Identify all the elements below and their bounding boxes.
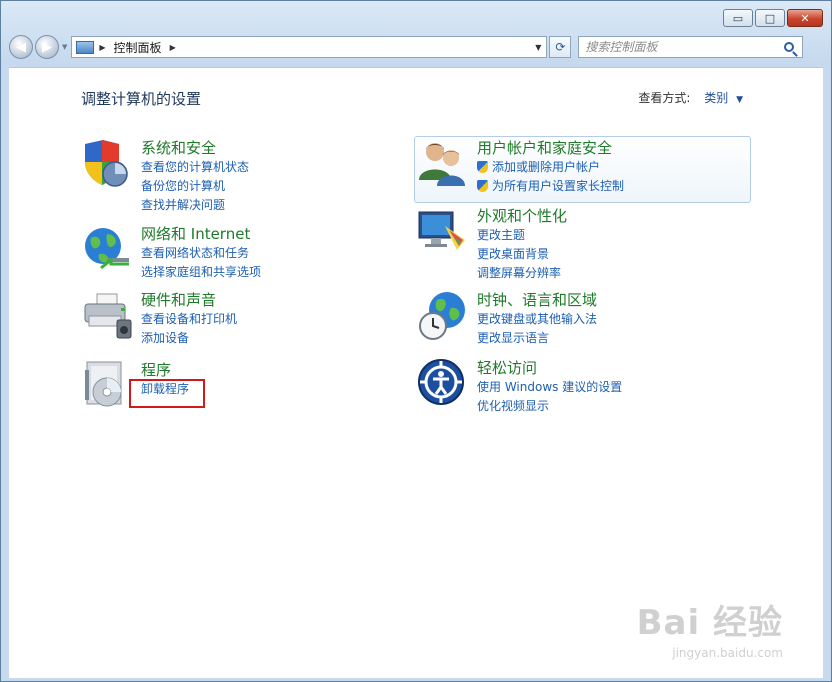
search-input[interactable] — [579, 40, 785, 54]
category-title[interactable]: 系统和安全 — [141, 138, 411, 158]
link-network-status[interactable]: 查看网络状态和任务 — [141, 244, 411, 263]
link-parental-controls[interactable]: 为所有用户设置家长控制 — [477, 177, 747, 196]
minimize-button[interactable]: ▭ — [723, 9, 753, 27]
back-button[interactable]: ◀ — [9, 35, 33, 59]
uninstall-highlight-box — [129, 379, 205, 408]
category-title[interactable]: 轻松访问 — [477, 358, 747, 378]
maximize-button[interactable]: □ — [755, 9, 785, 27]
category-title[interactable]: 时钟、语言和区域 — [477, 290, 747, 310]
watermark-logo: Bai 经验 — [636, 603, 783, 643]
uac-shield-icon — [477, 161, 488, 173]
clock-globe-icon[interactable] — [417, 290, 469, 342]
address-bar[interactable]: ▶ 控制面板 ▶ ▼ — [71, 36, 548, 58]
link-screen-resolution[interactable]: 调整屏幕分辨率 — [477, 264, 747, 283]
link-recommended-settings[interactable]: 使用 Windows 建议的设置 — [477, 378, 747, 397]
close-button[interactable]: ✕ — [787, 9, 823, 27]
programs-disc-icon[interactable] — [81, 360, 133, 412]
view-by-label: 查看方式: — [638, 91, 691, 105]
link-devices-printers[interactable]: 查看设备和打印机 — [141, 310, 411, 329]
category-title[interactable]: 外观和个性化 — [477, 206, 747, 226]
ease-of-access-icon[interactable] — [417, 358, 469, 410]
category-title[interactable]: 硬件和声音 — [141, 290, 411, 310]
forward-arrow-icon: ▶ — [42, 39, 52, 55]
watermark: Bai 经验 jingyan.baidu.com — [637, 595, 783, 660]
link-homegroup-sharing[interactable]: 选择家庭组和共享选项 — [141, 263, 411, 282]
view-by-control: 查看方式: 类别 ▼ — [638, 89, 743, 106]
window-caption-buttons: ▭ □ ✕ — [723, 9, 823, 27]
link-view-computer-status[interactable]: 查看您的计算机状态 — [141, 158, 411, 177]
link-keyboard-input[interactable]: 更改键盘或其他输入法 — [477, 310, 747, 329]
forward-button[interactable]: ▶ — [35, 35, 59, 59]
search-box[interactable] — [578, 36, 804, 58]
main-content: 调整计算机的设置 查看方式: 类别 ▼ 系统和安全 查看您的计算机状态 备份您的… — [9, 67, 823, 678]
breadcrumb-separator-icon[interactable]: ▶ — [99, 43, 105, 52]
recent-pages-dropdown-icon[interactable]: ▼ — [62, 43, 67, 51]
watermark-url: jingyan.baidu.com — [672, 646, 783, 660]
navigation-bar: ◀ ▶ ▼ ▶ 控制面板 ▶ ▼ ⟳ — [9, 33, 823, 61]
link-text: 为所有用户设置家长控制 — [492, 179, 625, 193]
chevron-down-icon[interactable]: ▼ — [736, 95, 743, 105]
category-title[interactable]: 网络和 Internet — [141, 224, 411, 244]
link-add-remove-users[interactable]: 添加或删除用户帐户 — [477, 158, 747, 177]
category-title[interactable]: 用户帐户和家庭安全 — [477, 138, 747, 158]
link-desktop-background[interactable]: 更改桌面背景 — [477, 245, 747, 264]
system-security-shield-icon[interactable] — [81, 138, 133, 190]
refresh-icon: ⟳ — [555, 40, 566, 54]
link-change-theme[interactable]: 更改主题 — [477, 226, 747, 245]
uac-shield-icon — [477, 180, 488, 192]
control-panel-icon — [76, 40, 95, 54]
link-optimize-display[interactable]: 优化视频显示 — [477, 397, 747, 416]
address-dropdown-icon[interactable]: ▼ — [535, 43, 541, 52]
view-by-dropdown[interactable]: 类别 — [704, 91, 728, 105]
page-title: 调整计算机的设置 — [81, 90, 202, 108]
appearance-monitor-icon[interactable] — [417, 206, 469, 258]
link-display-language[interactable]: 更改显示语言 — [477, 329, 747, 348]
breadcrumb-control-panel[interactable]: 控制面板 — [114, 39, 162, 56]
refresh-button[interactable]: ⟳ — [549, 36, 572, 58]
breadcrumb-separator-icon[interactable]: ▶ — [170, 43, 176, 52]
back-arrow-icon: ◀ — [16, 39, 26, 55]
search-icon[interactable] — [784, 42, 795, 52]
control-panel-window: ▭ □ ✕ ◀ ▶ ▼ ▶ 控制面板 ▶ ▼ ⟳ 调整计算机的设置 查看方式: … — [0, 0, 832, 682]
category-title[interactable]: 程序 — [141, 360, 411, 380]
link-troubleshoot[interactable]: 查找并解决问题 — [141, 196, 411, 215]
users-icon[interactable] — [417, 138, 469, 190]
link-add-device[interactable]: 添加设备 — [141, 329, 411, 348]
network-globe-icon[interactable] — [81, 224, 133, 276]
printer-hardware-icon[interactable] — [81, 290, 133, 342]
link-backup-computer[interactable]: 备份您的计算机 — [141, 177, 411, 196]
link-text: 添加或删除用户帐户 — [492, 160, 601, 174]
